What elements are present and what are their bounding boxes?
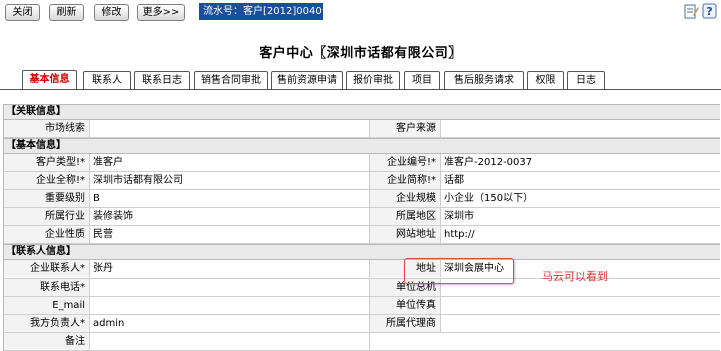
market-clue-field[interactable] (90, 120, 370, 137)
section-header-contact: 【联系人信息】 (4, 244, 720, 260)
tab-bar-baseline (0, 89, 721, 90)
tab-contacts[interactable]: 联系人 (83, 71, 131, 89)
customer-form: 【关联信息】 市场线索 客户来源 【基本信息】 客户类型!* 准客户 企业编号!… (3, 104, 720, 351)
customer-source-field[interactable] (441, 120, 720, 137)
company-full-name-field[interactable]: 深圳市话都有限公司 (90, 172, 370, 189)
refresh-button[interactable]: 刷新 (49, 4, 84, 21)
annotation-note: 马云可以看到 (542, 270, 608, 283)
section-header-basic: 【基本信息】 (4, 138, 720, 154)
serial-number-badge: 流水号：客户[2012]0040号 (199, 3, 332, 20)
form-row: 企业性质 民营 网站地址 http:// (4, 226, 720, 244)
more-button[interactable]: 更多>> (137, 4, 185, 21)
form-row: 所属行业 装修装饰 所属地区 深圳市 (4, 208, 720, 226)
tab-sales-contract-approval[interactable]: 销售合同审批 (194, 71, 268, 89)
company-full-name-label: 企业全称!* (4, 172, 90, 189)
tab-quote-approval[interactable]: 报价审批 (346, 71, 400, 89)
owner-label: 我方负责人* (4, 315, 90, 332)
importance-level-field[interactable]: B (90, 190, 370, 207)
email-field[interactable] (90, 297, 370, 314)
help-icon[interactable]: ? (702, 3, 717, 19)
contact-person-label: 企业联系人* (4, 260, 90, 277)
agent-label: 所属代理商 (370, 315, 441, 332)
form-row: 我方负责人* admin 所属代理商 (4, 315, 720, 333)
company-number-label: 企业编号!* (370, 154, 441, 171)
tab-presales-resource-request[interactable]: 售前资源申请 (271, 71, 343, 89)
phone-field[interactable] (90, 279, 370, 296)
website-label: 网站地址 (370, 226, 441, 243)
company-number-field[interactable]: 准客户-2012-0037 (441, 154, 720, 171)
form-row: 联系电话* 单位总机 (4, 279, 720, 297)
tab-log[interactable]: 日志 (567, 71, 605, 89)
form-row: 备注 (4, 333, 720, 351)
owner-field[interactable]: admin (90, 315, 370, 332)
form-row: 客户类型!* 准客户 企业编号!* 准客户-2012-0037 (4, 154, 720, 172)
form-row: 企业全称!* 深圳市话都有限公司 企业简称!* 话都 (4, 172, 720, 190)
remark-field[interactable] (90, 333, 370, 350)
section-header-related: 【关联信息】 (4, 104, 720, 120)
form-row: E_mail 单位传真 (4, 297, 720, 315)
phone-label: 联系电话* (4, 279, 90, 296)
address-highlight-box (404, 258, 514, 284)
close-button[interactable]: 关闭 (5, 4, 40, 21)
tab-contact-log[interactable]: 联系日志 (134, 71, 190, 89)
importance-level-label: 重要级别 (4, 190, 90, 207)
website-field[interactable]: http:// (441, 226, 720, 243)
contact-person-field[interactable]: 张丹 (90, 260, 370, 277)
company-scale-field[interactable]: 小企业（150以下） (441, 190, 720, 207)
svg-text:?: ? (706, 5, 712, 18)
tab-bar: 基本信息 联系人 联系日志 销售合同审批 售前资源申请 报价审批 项目 售后服务… (0, 70, 721, 91)
industry-field[interactable]: 装修装饰 (90, 208, 370, 225)
page-title: 客户中心〖深圳市话都有限公司〗 (259, 46, 462, 61)
email-label: E_mail (4, 297, 90, 314)
region-field[interactable]: 深圳市 (441, 208, 720, 225)
form-row: 企业联系人* 张丹 地址 深圳会展中心 (4, 260, 720, 279)
edit-button[interactable]: 修改 (94, 4, 129, 21)
region-label: 所属地区 (370, 208, 441, 225)
fax-field[interactable] (441, 297, 720, 314)
customer-type-field[interactable]: 准客户 (90, 154, 370, 171)
customer-source-label: 客户来源 (370, 120, 441, 137)
industry-label: 所属行业 (4, 208, 90, 225)
form-row: 市场线索 客户来源 (4, 120, 720, 138)
remark-label: 备注 (4, 333, 90, 350)
tab-aftersales-service-request[interactable]: 售后服务请求 (444, 71, 524, 89)
company-nature-label: 企业性质 (4, 226, 90, 243)
document-edit-icon[interactable] (684, 3, 699, 19)
customer-type-label: 客户类型!* (4, 154, 90, 171)
company-nature-field[interactable]: 民营 (90, 226, 370, 243)
tab-projects[interactable]: 项目 (404, 71, 440, 89)
company-scale-label: 企业规模 (370, 190, 441, 207)
company-short-name-label: 企业简称!* (370, 172, 441, 189)
agent-field[interactable] (441, 315, 720, 332)
fax-label: 单位传真 (370, 297, 441, 314)
tab-basic-info[interactable]: 基本信息 (22, 70, 77, 90)
form-row: 重要级别 B 企业规模 小企业（150以下） (4, 190, 720, 208)
company-short-name-field[interactable]: 话都 (441, 172, 720, 189)
tab-permissions[interactable]: 权限 (527, 71, 564, 89)
market-clue-label: 市场线索 (4, 120, 90, 137)
